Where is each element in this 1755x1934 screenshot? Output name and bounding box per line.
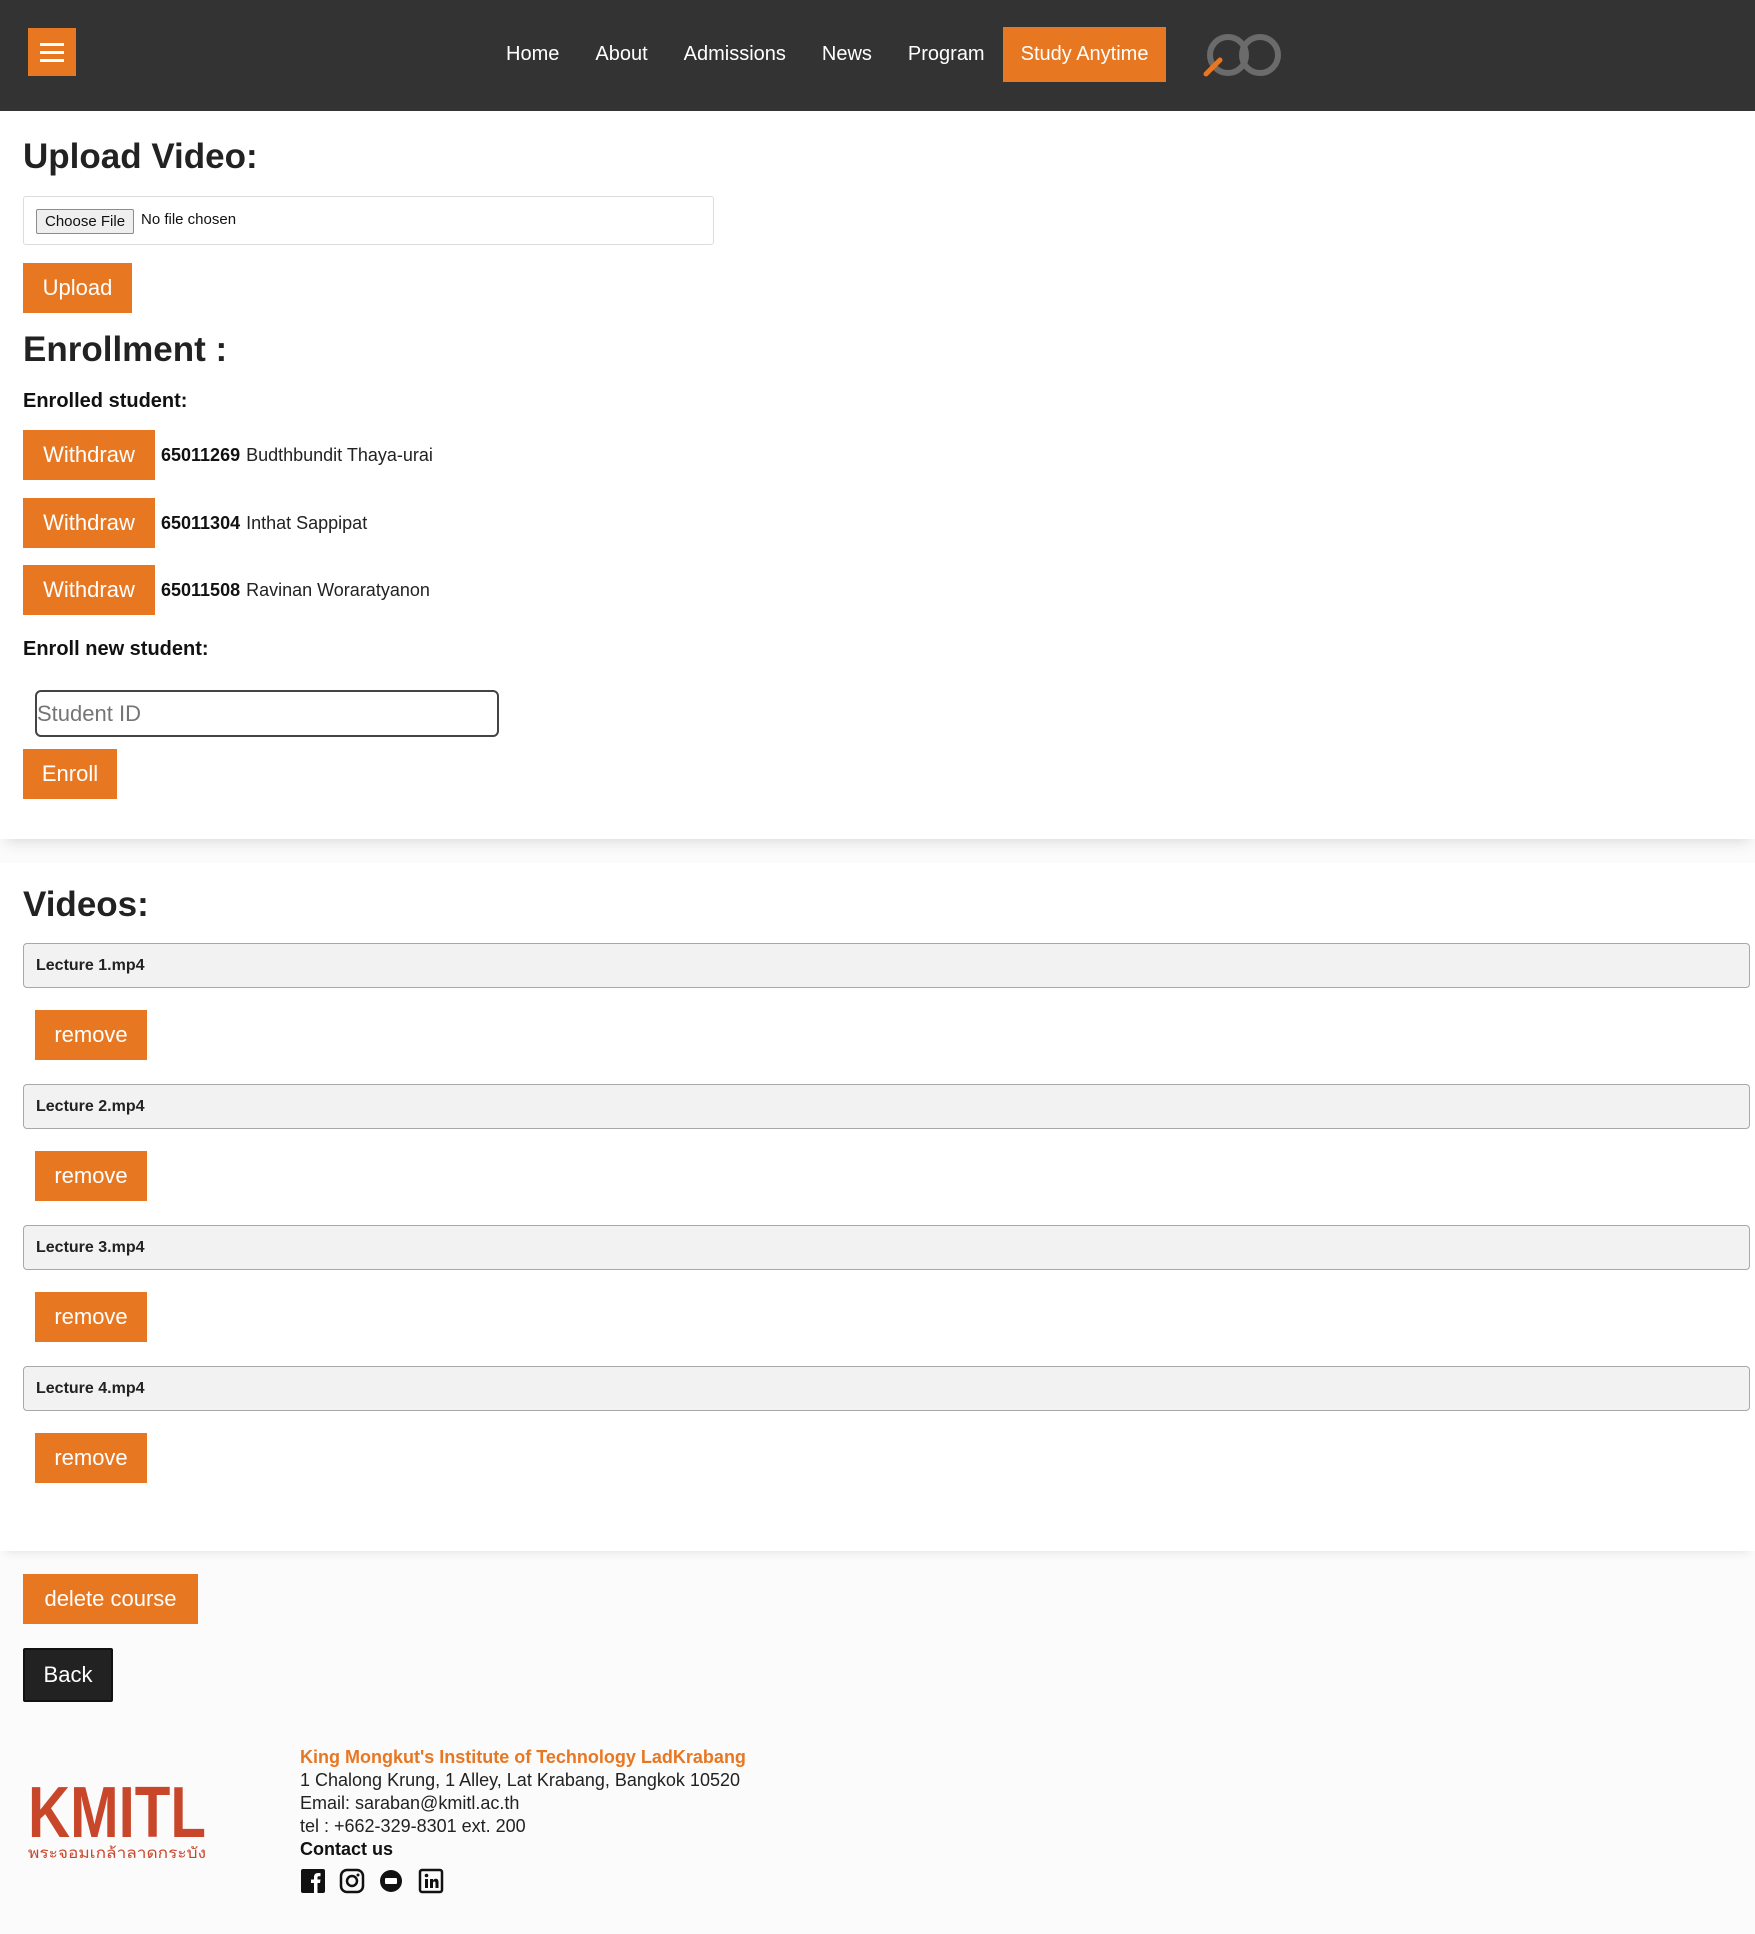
enrollment-heading: Enrollment : [23, 330, 228, 369]
video-filename: Lecture 2.mp4 [36, 1098, 145, 1115]
nav-links: Home About Admissions News Program Study… [488, 27, 1167, 82]
enroll-new-student-label: Enroll new student: [23, 638, 209, 660]
student-name: Ravinan Woraratyanon [246, 579, 430, 600]
enroll-button[interactable]: Enroll [23, 749, 117, 799]
choose-file-button[interactable]: Choose File [36, 209, 135, 234]
student-row: Withdraw 65011508 Ravinan Woraratyanon [23, 565, 430, 615]
upload-video-heading: Upload Video: [23, 137, 258, 176]
nav-program[interactable]: Program [890, 27, 1003, 82]
nav-admissions[interactable]: Admissions [666, 27, 804, 82]
top-navbar: Home About Admissions News Program Study… [0, 0, 1755, 111]
student-id: 65011508 [161, 579, 241, 600]
student-row: Withdraw 65011269 Budthbundit Thaya-urai [23, 430, 433, 480]
menu-icon-bar [40, 51, 64, 54]
kmitl-logo-subtext: พระจอมเกล้าลาดกระบัง [28, 1844, 206, 1861]
kmitl-logo: KMITL พระจอมเกล้าลาดกระบัง [28, 1775, 206, 1861]
remove-video-button[interactable]: remove [35, 1151, 147, 1201]
linkedin-icon[interactable] [418, 1868, 444, 1894]
delete-course-button[interactable]: delete course [23, 1574, 198, 1624]
student-name: Inthat Sappipat [246, 512, 368, 533]
nav-study-anytime[interactable]: Study Anytime [1002, 27, 1167, 82]
withdraw-button[interactable]: Withdraw [23, 498, 155, 548]
menu-icon-bar [40, 59, 64, 62]
video-filename: Lecture 4.mp4 [36, 1380, 145, 1397]
site-logo-icon[interactable] [1202, 28, 1286, 82]
institute-name: King Mongkut's Institute of Technology L… [300, 1747, 746, 1767]
contact-us-label: Contact us [300, 1839, 394, 1859]
nav-home[interactable]: Home [488, 27, 577, 82]
nav-news[interactable]: News [804, 27, 890, 82]
kmitl-logo-text: KMITL [28, 1775, 206, 1853]
upload-button[interactable]: Upload [23, 263, 132, 313]
student-row: Withdraw 65011304 Inthat Sappipat [23, 498, 367, 548]
line-icon[interactable] [378, 1868, 404, 1894]
institute-address: 1 Chalong Krung, 1 Alley, Lat Krabang, B… [300, 1770, 740, 1790]
back-button[interactable]: Back [23, 1648, 113, 1702]
withdraw-button[interactable]: Withdraw [23, 430, 155, 480]
file-status-text: No file chosen [141, 211, 237, 228]
hamburger-menu-button[interactable] [28, 28, 76, 76]
student-id: 65011269 [161, 444, 241, 465]
student-id-input[interactable] [35, 690, 499, 737]
videos-heading: Videos: [23, 885, 149, 924]
nav-about[interactable]: About [577, 27, 665, 82]
withdraw-button[interactable]: Withdraw [23, 565, 155, 615]
student-id: 65011304 [161, 512, 241, 533]
video-filename: Lecture 1.mp4 [36, 957, 145, 974]
video-item[interactable]: Lecture 2.mp4 [23, 1084, 1750, 1129]
menu-icon [40, 43, 64, 46]
remove-video-button[interactable]: remove [35, 1433, 147, 1483]
facebook-icon[interactable] [300, 1868, 326, 1894]
footer-info: King Mongkut's Institute of Technology L… [300, 1746, 746, 1861]
video-item[interactable]: Lecture 3.mp4 [23, 1225, 1750, 1270]
remove-video-button[interactable]: remove [35, 1010, 147, 1060]
remove-video-button[interactable]: remove [35, 1292, 147, 1342]
video-item[interactable]: Lecture 4.mp4 [23, 1366, 1750, 1411]
video-filename: Lecture 3.mp4 [36, 1239, 145, 1256]
file-input[interactable]: Choose File No file chosen [23, 196, 714, 245]
video-item[interactable]: Lecture 1.mp4 [23, 943, 1750, 988]
institute-tel: tel : +662-329-8301 ext. 200 [300, 1816, 526, 1836]
instagram-icon[interactable] [339, 1868, 365, 1894]
institute-email: Email: saraban@kmitl.ac.th [300, 1793, 520, 1813]
enrolled-student-label: Enrolled student: [23, 390, 188, 412]
student-name: Budthbundit Thaya-urai [246, 444, 433, 465]
